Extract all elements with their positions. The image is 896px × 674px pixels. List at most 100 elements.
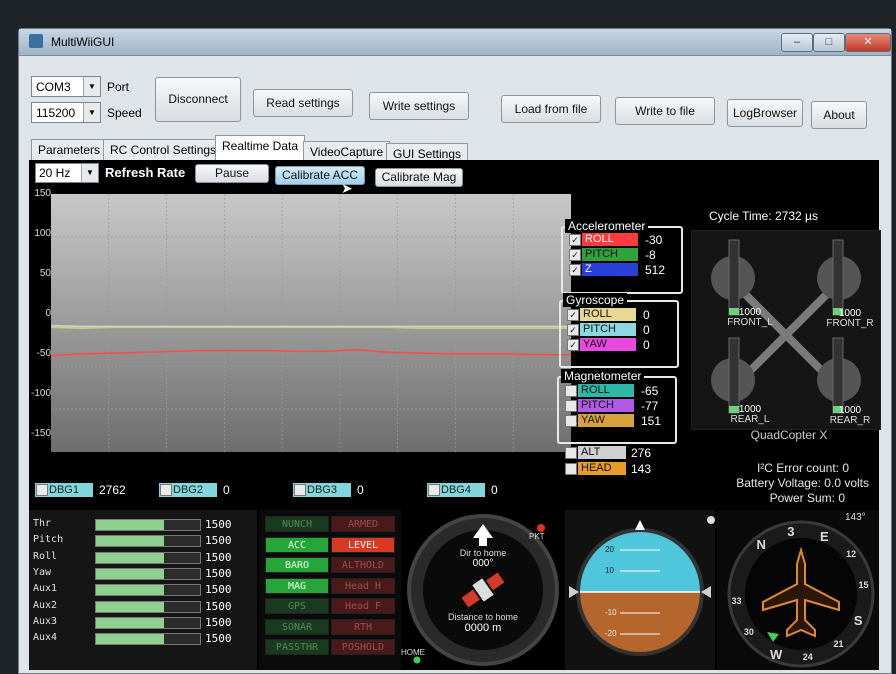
- checkbox-pitch[interactable]: ✓: [569, 249, 581, 261]
- compass-mark-3: 3: [787, 524, 795, 540]
- quad-type-label: QuadCopter X: [750, 428, 828, 442]
- rc-bar-fill: [96, 617, 164, 628]
- distance-to-home-value: 0000 m: [464, 622, 502, 634]
- pitch-tick: -10: [605, 608, 617, 617]
- magnetometer-chip-yaw: YAW: [578, 414, 634, 427]
- load-from-file-button[interactable]: Load from file: [501, 95, 601, 123]
- rc-bar-fill: [96, 601, 164, 612]
- debug-checkbox[interactable]: [160, 484, 172, 496]
- speed-label: Speed: [107, 106, 142, 120]
- chevron-down-icon: ▼: [83, 77, 100, 96]
- checkbox-pitch[interactable]: [565, 400, 577, 412]
- debug-label: DBG2: [173, 484, 203, 496]
- home-led: [413, 656, 421, 664]
- y-tick: -100: [30, 388, 51, 399]
- mode-head-f: Head F: [331, 598, 395, 614]
- gyroscope-chip-roll: ROLL: [580, 308, 636, 321]
- about-button[interactable]: About: [811, 101, 867, 129]
- magnetometer-title: Magnetometer: [561, 369, 645, 383]
- app-icon: [29, 34, 43, 48]
- debug-chip-2: DBG2: [159, 483, 217, 497]
- motor-label-front-l: FRONT_L: [727, 317, 773, 328]
- rc-value-roll: 1500: [205, 550, 232, 564]
- write-settings-button[interactable]: Write settings: [369, 92, 469, 120]
- checkbox-alt[interactable]: [565, 447, 577, 459]
- rc-label-aux2: Aux2: [33, 599, 58, 611]
- series-line-pitch: [51, 326, 571, 329]
- checkbox-roll[interactable]: [565, 385, 577, 397]
- compass-mark-30: 30: [743, 626, 754, 637]
- mode-baro: BARO: [265, 557, 329, 573]
- compass-mark-n: N: [756, 536, 766, 552]
- rc-bar-roll: [95, 551, 201, 564]
- debug-value-3: 0: [357, 483, 364, 497]
- rc-bar-fill: [96, 634, 164, 645]
- y-tick: 50: [39, 268, 51, 279]
- debug-checkbox[interactable]: [294, 484, 306, 496]
- motor-label-rear-r: REAR_R: [829, 415, 871, 426]
- mode-passthr: PASSTHR: [265, 639, 329, 655]
- tab-realtime-data[interactable]: Realtime Data: [215, 135, 306, 161]
- cycle-time: Cycle Time: 2732 µs: [709, 209, 818, 223]
- write-to-file-button[interactable]: Write to file: [615, 97, 715, 125]
- chip-alt: ALT: [578, 446, 626, 459]
- port-select[interactable]: COM3 ▼: [31, 76, 101, 97]
- debug-checkbox[interactable]: [36, 484, 48, 496]
- compass: [717, 510, 879, 670]
- tab-parameters[interactable]: Parameters: [31, 139, 108, 161]
- checkbox-pitch[interactable]: ✓: [567, 324, 579, 336]
- port-value: COM3: [36, 80, 71, 94]
- mode-mag: MAG: [265, 577, 329, 594]
- compass-mark-e: E: [820, 529, 829, 545]
- maximize-button[interactable]: □: [813, 33, 845, 52]
- rc-bar-yaw: [95, 567, 201, 580]
- tab-rc-control-settings[interactable]: RC Control Settings: [103, 139, 224, 161]
- log-browser-button[interactable]: LogBrowser: [727, 99, 803, 127]
- calibrate-mag-button[interactable]: Calibrate Mag: [375, 168, 463, 187]
- checkbox-yaw[interactable]: [565, 415, 577, 427]
- chevron-down-icon: ▼: [81, 164, 98, 182]
- checkbox-roll[interactable]: ✓: [569, 234, 581, 246]
- window-title: MultiWiiGUI: [51, 35, 115, 49]
- rc-value-aux3: 1500: [205, 615, 232, 629]
- pkt-label: PKT: [529, 532, 545, 541]
- rc-value-aux2: 1500: [205, 599, 232, 613]
- minimize-button[interactable]: –: [781, 33, 813, 52]
- checkbox-head[interactable]: [565, 463, 577, 475]
- rc-label-thr: Thr: [33, 518, 52, 529]
- mode-head-h: Head H: [331, 577, 395, 594]
- motor-label-rear-l: REAR_L: [730, 414, 770, 425]
- checkbox-roll[interactable]: ✓: [567, 309, 579, 321]
- distance-to-home-label: Distance to home: [447, 612, 519, 622]
- pause-button[interactable]: Pause: [195, 164, 269, 183]
- checkbox-z[interactable]: ✓: [569, 264, 581, 276]
- gyroscope-chip-yaw: YAW: [580, 338, 636, 351]
- y-tick: -150: [30, 428, 51, 439]
- artificial-horizon: [565, 510, 715, 670]
- rc-value-aux4: 1500: [205, 632, 232, 646]
- gyroscope-value-pitch: 0: [643, 323, 650, 337]
- speed-select[interactable]: 115200 ▼: [31, 102, 101, 123]
- accelerometer-chip-z: Z: [582, 263, 638, 276]
- accelerometer-chip-roll: ROLL: [582, 233, 638, 246]
- accelerometer-chip-pitch: PITCH: [582, 248, 638, 261]
- dir-to-home-value: 000°: [472, 558, 494, 569]
- checkbox-yaw[interactable]: ✓: [567, 339, 579, 351]
- motor-label-front-r: FRONT_R: [826, 318, 874, 329]
- debug-checkbox[interactable]: [428, 484, 440, 496]
- y-tick: 150: [34, 188, 51, 199]
- rc-label-aux3: Aux3: [33, 615, 58, 627]
- compass-mark-21: 21: [833, 639, 844, 650]
- disconnect-button[interactable]: Disconnect: [155, 77, 241, 122]
- compass-mark-24: 24: [802, 651, 813, 662]
- magnetometer-value-roll: -65: [641, 384, 659, 398]
- refresh-rate-select[interactable]: 20 Hz ▼: [35, 163, 99, 183]
- rc-value-pitch: 1500: [205, 534, 232, 548]
- close-button[interactable]: ✕: [845, 33, 891, 52]
- magnetometer-value-yaw: 151: [641, 414, 662, 428]
- read-settings-button[interactable]: Read settings: [253, 89, 353, 117]
- dir-to-home-label: Dir to home: [459, 548, 507, 558]
- y-tick: 0: [45, 308, 51, 319]
- rc-label-aux4: Aux4: [33, 632, 58, 644]
- debug-label: DBG4: [441, 484, 471, 496]
